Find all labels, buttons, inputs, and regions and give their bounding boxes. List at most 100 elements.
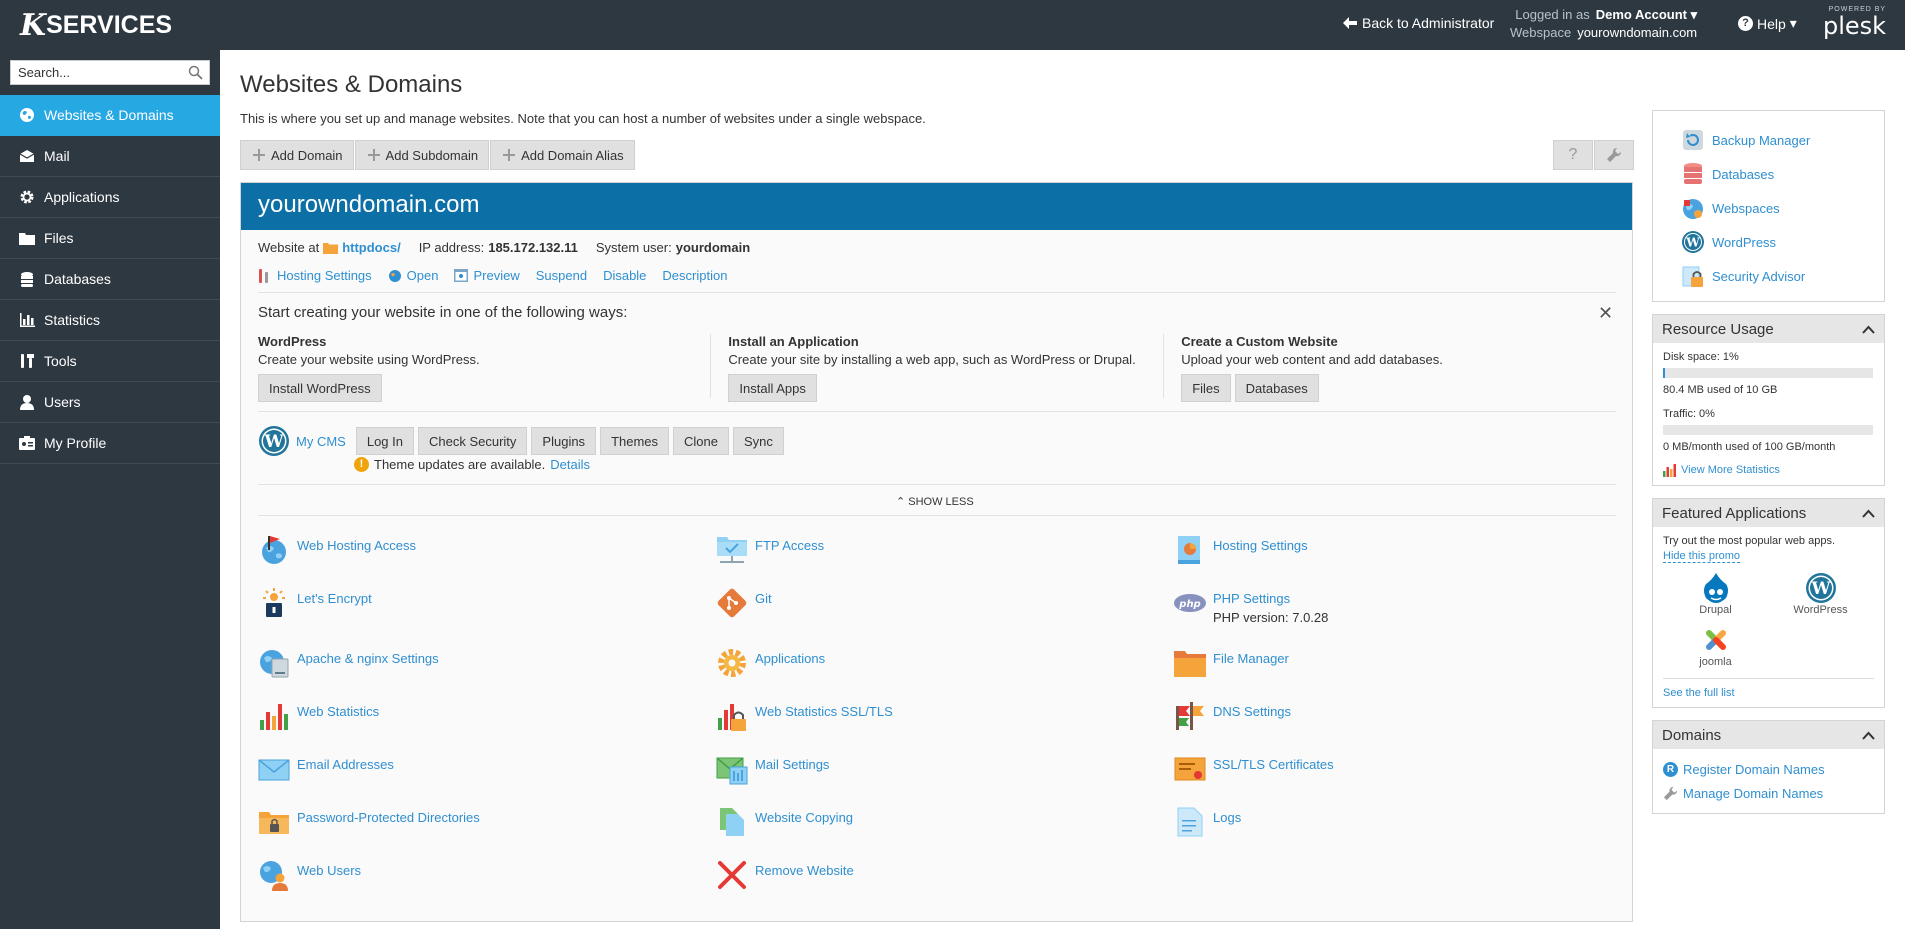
sidebar-item-files[interactable]: Files xyxy=(0,218,220,259)
help-label: Help xyxy=(1757,15,1786,32)
hosting-settings-action[interactable]: Hosting Settings xyxy=(258,268,372,283)
wordpress-label: WordPress xyxy=(1712,234,1777,250)
tool-lets-encrypt[interactable]: Let's Encrypt xyxy=(258,587,372,619)
app-drupal[interactable]: Drupal xyxy=(1663,572,1768,616)
account-dropdown[interactable]: Demo Account ▾ xyxy=(1596,6,1697,24)
tool-ftp-access[interactable]: FTP Access xyxy=(716,534,824,566)
add-domain-button[interactable]: Add Domain xyxy=(240,140,354,170)
domain-card: yourowndomain.com Website at httpdocs/ I… xyxy=(240,182,1633,922)
back-to-administrator-label: Back to Administrator xyxy=(1362,15,1495,31)
add-subdomain-button[interactable]: Add Subdomain xyxy=(354,140,490,170)
manage-domain-names-link[interactable]: Manage Domain Names xyxy=(1663,781,1874,805)
app-wordpress[interactable]: W WordPress xyxy=(1768,572,1873,616)
backup-manager-label: Backup Manager xyxy=(1712,132,1811,148)
sidebar-item-statistics[interactable]: Statistics xyxy=(0,300,220,341)
suspend-action[interactable]: Suspend xyxy=(536,268,587,283)
back-arrow-icon xyxy=(1343,17,1357,29)
start-creating-title: Start creating your website in one of th… xyxy=(258,304,628,321)
preview-action[interactable]: Preview xyxy=(454,268,520,283)
database-icon xyxy=(19,271,35,287)
open-action[interactable]: Open xyxy=(388,268,438,283)
sidebar-item-mail[interactable]: Mail xyxy=(0,136,220,177)
view-more-statistics-link[interactable]: View More Statistics xyxy=(1663,463,1874,477)
help-menu[interactable]: ? Help ▾ xyxy=(1738,15,1797,32)
tool-label: Web Statistics SSL/TLS xyxy=(755,704,893,719)
search-input[interactable] xyxy=(11,61,181,84)
see-full-list-link[interactable]: See the full list xyxy=(1663,687,1735,699)
search-icon[interactable] xyxy=(188,65,203,83)
sidebar-item-label: Websites & Domains xyxy=(44,107,174,123)
hide-promo-link[interactable]: Hide this promo xyxy=(1663,550,1741,563)
tool-ssl-certificates[interactable]: SSL/TLS Certificates xyxy=(1174,753,1334,785)
divider xyxy=(258,515,1616,516)
register-domain-names-link[interactable]: R Register Domain Names xyxy=(1663,757,1874,781)
app-joomla[interactable]: joomla xyxy=(1663,624,1768,668)
domains-title: Domains xyxy=(1662,726,1722,744)
tool-file-manager[interactable]: File Manager xyxy=(1174,647,1289,679)
cms-sync-button[interactable]: Sync xyxy=(733,427,784,455)
install-wordpress-button[interactable]: Install WordPress xyxy=(258,374,382,402)
databases-link[interactable]: Databases xyxy=(1681,157,1884,191)
remove-website-icon xyxy=(716,859,748,891)
add-domain-alias-button[interactable]: Add Domain Alias xyxy=(490,140,635,170)
back-to-administrator-link[interactable]: Back to Administrator xyxy=(1343,15,1494,31)
caret-down-icon: ▾ xyxy=(1789,15,1797,31)
featured-applications-header[interactable]: Featured Applications xyxy=(1653,499,1884,527)
tool-applications[interactable]: Applications xyxy=(716,647,825,679)
tool-remove-website[interactable]: Remove Website xyxy=(716,859,854,891)
collapse-chevron-icon[interactable] xyxy=(1862,506,1875,521)
my-cms-link[interactable]: My CMS xyxy=(296,434,346,449)
sidebar-item-users[interactable]: Users xyxy=(0,382,220,423)
logo-word: SERVICES xyxy=(46,10,173,39)
tool-git[interactable]: Git xyxy=(716,587,772,619)
httpdocs-link[interactable]: httpdocs/ xyxy=(342,240,401,255)
sidebar-item-my-profile[interactable]: My Profile xyxy=(0,423,220,464)
show-less-toggle[interactable]: ⌃ SHOW LESS xyxy=(896,495,974,508)
sidebar-item-applications[interactable]: Applications xyxy=(0,177,220,218)
toolbar-right: ? xyxy=(1553,140,1634,170)
collapse-chevron-icon[interactable] xyxy=(1862,728,1875,743)
tool-web-statistics[interactable]: Web Statistics xyxy=(258,700,379,732)
sidebar-item-databases[interactable]: Databases xyxy=(0,259,220,300)
files-button[interactable]: Files xyxy=(1181,374,1231,402)
backup-manager-link[interactable]: Backup Manager xyxy=(1681,123,1884,157)
tool-dns-settings[interactable]: DNS Settings xyxy=(1174,700,1291,732)
webspaces-link[interactable]: Webspaces xyxy=(1681,191,1884,225)
tool-mail-settings[interactable]: Mail Settings xyxy=(716,753,829,785)
tool-website-copying[interactable]: Website Copying xyxy=(716,806,853,838)
tool-hosting-settings[interactable]: Hosting Settings xyxy=(1174,534,1308,566)
tool-apache-nginx[interactable]: Apache & nginx Settings xyxy=(258,647,439,679)
sidebar-item-websites-domains[interactable]: Websites & Domains xyxy=(0,95,220,136)
security-advisor-link[interactable]: Security Advisor xyxy=(1681,259,1884,293)
tool-logs[interactable]: Logs xyxy=(1174,806,1241,838)
brand-logo[interactable]: K SERVICES xyxy=(20,7,172,43)
domains-header[interactable]: Domains xyxy=(1653,721,1884,749)
tool-web-hosting-access[interactable]: Web Hosting Access xyxy=(258,534,416,566)
tool-php-settings[interactable]: php PHP Settings PHP version: 7.0.28 xyxy=(1174,587,1328,625)
cms-login-button[interactable]: Log In xyxy=(355,427,414,455)
resource-usage-header[interactable]: Resource Usage xyxy=(1653,315,1884,343)
notice-details-link[interactable]: Details xyxy=(550,457,590,472)
cms-plugins-button[interactable]: Plugins xyxy=(531,427,597,455)
collapse-chevron-icon[interactable] xyxy=(1862,322,1875,337)
install-apps-button[interactable]: Install Apps xyxy=(728,374,817,402)
tool-password-protected-directories[interactable]: Password-Protected Directories xyxy=(258,806,480,838)
wordpress-link[interactable]: W WordPress xyxy=(1681,225,1884,259)
sidebar-item-tools[interactable]: Tools xyxy=(0,341,220,382)
close-icon[interactable]: ✕ xyxy=(1598,303,1613,324)
tool-web-users[interactable]: Web Users xyxy=(258,859,361,891)
cms-check-security-button[interactable]: Check Security xyxy=(418,427,528,455)
databases-button[interactable]: Databases xyxy=(1234,374,1319,402)
web-statistics-icon xyxy=(258,700,290,732)
disk-space-detail: 80.4 MB used of 10 GB xyxy=(1663,384,1778,396)
tool-web-statistics-ssl[interactable]: Web Statistics SSL/TLS xyxy=(716,700,893,732)
cms-clone-button[interactable]: Clone xyxy=(673,427,729,455)
featured-description: Try out the most popular web apps. xyxy=(1663,535,1836,547)
tool-email-addresses[interactable]: Email Addresses xyxy=(258,753,394,785)
webspace-value[interactable]: yourowndomain.com xyxy=(1577,24,1697,42)
cms-themes-button[interactable]: Themes xyxy=(600,427,670,455)
disable-action[interactable]: Disable xyxy=(603,268,646,283)
description-action[interactable]: Description xyxy=(662,268,727,283)
settings-wrench-button[interactable] xyxy=(1594,140,1634,170)
help-question-button[interactable]: ? xyxy=(1553,140,1593,170)
